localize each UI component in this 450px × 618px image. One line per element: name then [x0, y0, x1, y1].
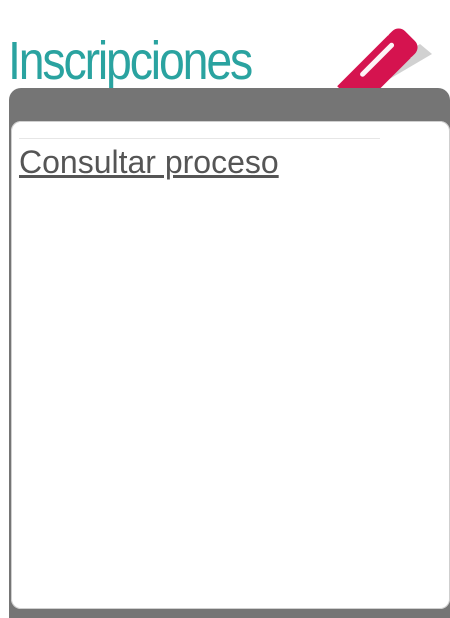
- divider: [19, 138, 380, 139]
- panel-body: [11, 121, 450, 609]
- page-title: Inscripciones: [8, 31, 253, 91]
- consultar-proceso-link[interactable]: Consultar proceso: [19, 142, 279, 182]
